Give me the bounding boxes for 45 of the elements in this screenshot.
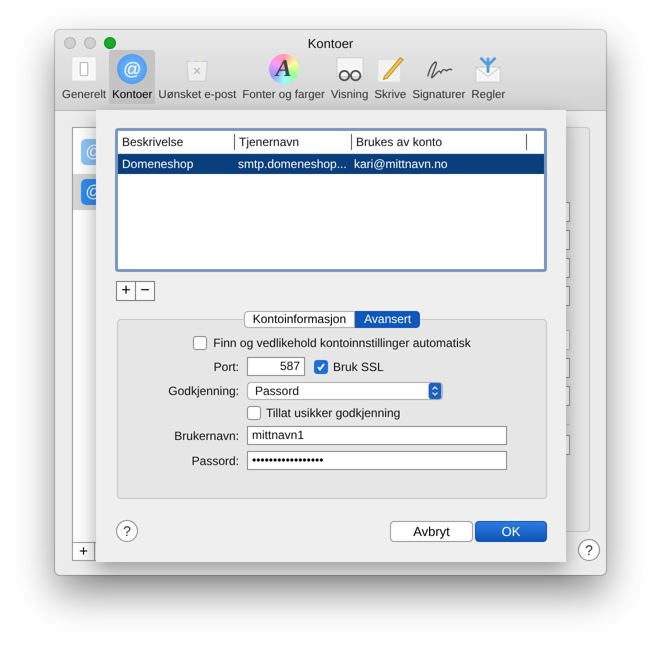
field-label: Port:: [212, 360, 239, 374]
checkbox[interactable]: [247, 406, 261, 420]
ok-button[interactable]: OK: [475, 520, 547, 542]
checkbox-label: Tillat usikker godkjenning: [266, 406, 400, 420]
username-field[interactable]: mittnavn1: [247, 426, 507, 445]
toolbar-tab[interactable]: Visning: [328, 50, 372, 104]
chevrons-icon: [428, 383, 442, 399]
dropdown[interactable]: Passord: [247, 382, 443, 400]
window-title: Kontoer: [308, 35, 354, 48]
toolbar-tab[interactable]: Generelt: [59, 50, 110, 104]
toolbar-tab[interactable]: @ Kontoer: [109, 50, 156, 104]
tab[interactable]: Avansert: [355, 311, 420, 328]
table-cell-text: kari@mittnavn.no: [353, 157, 449, 171]
column-header[interactable]: Beskrivelse: [118, 134, 235, 150]
column-header[interactable]: Tjenernavn: [235, 134, 352, 150]
envelope-arrows-icon: [473, 54, 504, 84]
toolbar-tab[interactable]: Skrive: [371, 50, 410, 104]
check-icon: [315, 360, 327, 372]
table-row[interactable]: Domeneshop smtp.domeneshop... kari@mittnavn.no: [118, 154, 544, 174]
table-cell-text: Domeneshop: [121, 157, 194, 171]
toolbar-tab[interactable]: A Fonter og farger: [239, 50, 328, 104]
column-header[interactable]: Brukes av konto: [352, 134, 527, 150]
toolbar-tab[interactable]: Signaturer: [409, 50, 468, 104]
help-button[interactable]: ?: [116, 520, 138, 542]
password-field[interactable]: •••••••••••••••••: [247, 451, 507, 470]
port-field[interactable]: 587: [247, 357, 305, 376]
zoom-button[interactable]: [104, 37, 116, 49]
checkbox-label: Finn og vedlikehold kontoinnstillinger automatisk: [213, 336, 471, 350]
tab[interactable]: Kontoinformasjon: [244, 311, 356, 328]
checkbox[interactable]: [314, 360, 328, 374]
pencil-icon: [375, 54, 406, 84]
add-button[interactable]: +: [116, 281, 136, 301]
toolbar-tab[interactable]: Uønsket e-post: [155, 50, 240, 104]
field-label: Passord:: [190, 454, 239, 468]
checkbox-label: Bruk SSL: [333, 360, 384, 374]
checkbox[interactable]: [193, 336, 208, 350]
cancel-button[interactable]: Avbryt: [390, 520, 473, 542]
table-cell-text: smtp.domeneshop...: [237, 157, 348, 171]
field-label: Brukernavn:: [173, 428, 239, 442]
help-button[interactable]: ?: [578, 539, 600, 561]
toolbar-tab[interactable]: Regler: [468, 50, 508, 104]
font-icon: A: [268, 54, 299, 84]
remove-button[interactable]: −: [135, 281, 155, 301]
at-icon: @: [117, 54, 148, 84]
field-label: Godkjenning:: [167, 384, 239, 398]
